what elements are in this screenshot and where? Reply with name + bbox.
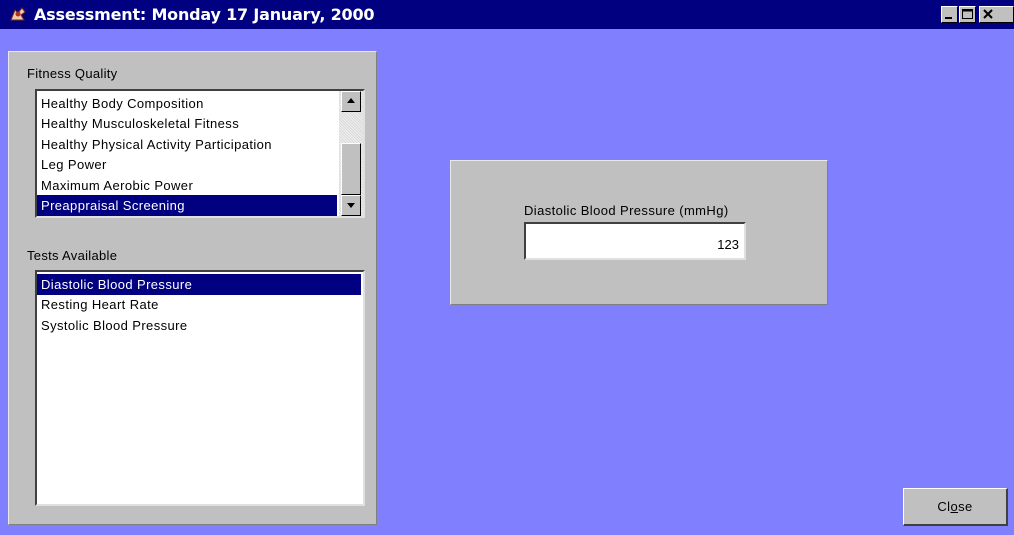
- title-bar[interactable]: Assessment: Monday 17 January, 2000: [0, 0, 1014, 29]
- list-item[interactable]: Maximum Aerobic Power: [37, 175, 337, 196]
- app-icon: [10, 7, 26, 21]
- measurement-input[interactable]: [524, 222, 746, 260]
- arrow-down-icon: [347, 203, 355, 208]
- close-button[interactable]: Close: [903, 488, 1008, 526]
- close-label-end: se: [958, 499, 973, 514]
- maximize-icon: [962, 9, 973, 19]
- list-item[interactable]: Healthy Musculoskeletal Fitness: [37, 113, 337, 134]
- close-access-key: o: [950, 499, 959, 514]
- close-icon: [983, 9, 993, 19]
- fitness-quality-label: Fitness Quality: [27, 66, 118, 81]
- list-item[interactable]: Diastolic Blood Pressure: [37, 274, 361, 295]
- fitness-list-scrollbar[interactable]: [339, 91, 363, 216]
- arrow-up-icon: [347, 98, 355, 103]
- close-label-start: Cl: [937, 499, 951, 514]
- scroll-down-button[interactable]: [341, 195, 361, 216]
- list-item[interactable]: Preappraisal Screening: [37, 195, 337, 216]
- window-title: Assessment: Monday 17 January, 2000: [34, 5, 375, 24]
- list-item[interactable]: Healthy Physical Activity Participation: [37, 134, 337, 155]
- measurement-label: Diastolic Blood Pressure (mmHg): [524, 203, 729, 218]
- minimize-button[interactable]: [941, 6, 958, 23]
- list-item[interactable]: Systolic Blood Pressure: [37, 315, 361, 336]
- list-item[interactable]: Healthy Body Composition: [37, 93, 337, 114]
- minimize-icon: [945, 17, 952, 19]
- tests-available-label: Tests Available: [27, 248, 118, 263]
- tests-available-list[interactable]: Diastolic Blood Pressure Resting Heart R…: [35, 270, 365, 506]
- scroll-up-button[interactable]: [341, 91, 361, 112]
- list-item[interactable]: Leg Power: [37, 154, 337, 175]
- fitness-quality-list[interactable]: Healthy Body Composition Healthy Musculo…: [35, 89, 365, 218]
- list-item[interactable]: Resting Heart Rate: [37, 294, 361, 315]
- window-close-button[interactable]: [979, 6, 1014, 23]
- scroll-thumb[interactable]: [341, 143, 361, 195]
- maximize-button[interactable]: [959, 6, 976, 23]
